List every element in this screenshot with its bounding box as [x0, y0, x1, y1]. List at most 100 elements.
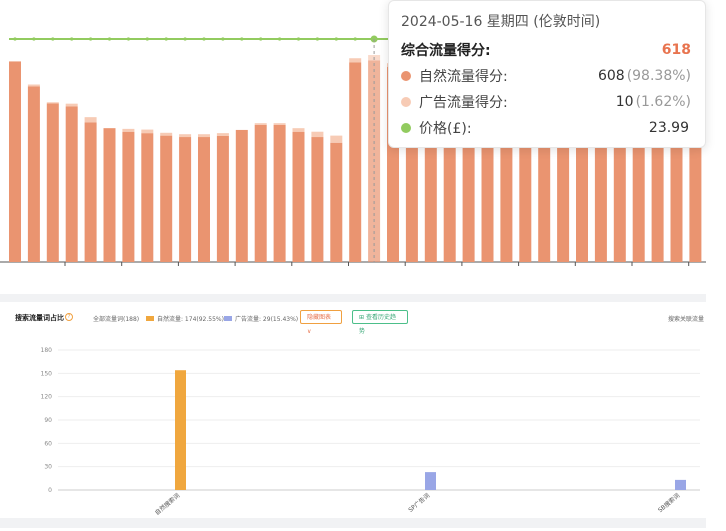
ad-bar — [46, 102, 59, 104]
price-point — [51, 37, 55, 41]
ad-bar — [254, 123, 267, 125]
ad-bar — [122, 128, 135, 132]
keyword-bar — [675, 479, 686, 490]
organic-bar — [122, 131, 135, 262]
section-title: 搜索流量词占比 — [15, 314, 64, 322]
price-point — [296, 37, 301, 41]
trend-icon: ⊞ — [359, 314, 366, 321]
organic-bar — [179, 137, 192, 262]
organic-bar — [235, 129, 248, 262]
price-point — [240, 37, 244, 41]
organic-bar — [254, 124, 267, 262]
section-divider-bottom — [0, 518, 706, 528]
tooltip-row-price: 价格(£): 23.99 — [401, 115, 691, 141]
price-point — [202, 37, 206, 41]
price-point — [70, 37, 74, 41]
help-icon[interactable]: ? — [65, 313, 73, 321]
category-label: 自然搜索词 — [153, 491, 181, 516]
organic-bar — [160, 135, 173, 262]
organic-bar — [65, 106, 78, 262]
price-point — [334, 37, 338, 41]
ad-bar — [84, 117, 97, 123]
y-tick-label: 150 — [41, 370, 53, 377]
section-divider — [0, 294, 706, 302]
organic-bar — [27, 86, 40, 263]
ad-bar — [160, 132, 173, 136]
tooltip-row-value: 23.99 — [648, 120, 689, 136]
chart-tooltip: 2024-05-16 星期四 (伦敦时间) 综合流量得分: 618 自然流量得分… — [388, 0, 706, 148]
price-point — [126, 37, 130, 41]
price-point — [107, 37, 112, 41]
price-point — [221, 37, 225, 41]
organic-bar — [216, 135, 229, 262]
tooltip-total-value: 618 — [661, 42, 691, 58]
price-point — [89, 37, 93, 41]
y-tick-label: 120 — [41, 394, 53, 401]
y-tick-label: 30 — [44, 464, 52, 471]
tooltip-total-label: 综合流量得分: — [401, 43, 491, 59]
price-point — [145, 37, 149, 41]
keyword-bar — [425, 472, 436, 490]
y-tick-label: 0 — [48, 487, 52, 494]
history-trend-button[interactable]: ⊞ 查看历史趋势 — [352, 310, 408, 335]
tooltip-date: 2024-05-16 星期四 (伦敦时间) — [401, 14, 601, 30]
legend-organic-label: 自然流量: 174(92.55%) — [157, 316, 224, 323]
price-dot-icon — [401, 123, 411, 133]
tooltip-row-label: 自然流量得分: — [419, 69, 508, 85]
organic-bar — [141, 133, 154, 262]
hide-chart-button[interactable]: 隐藏图表 ∨ — [300, 310, 342, 335]
ad-dot-icon — [401, 97, 411, 107]
price-point — [183, 37, 187, 41]
ad-bar — [198, 134, 210, 138]
price-point — [164, 37, 168, 41]
keyword-share-chart: 0 30 60 90 120 150 180 自然搜索词 SP广告词 SB搜索词 — [41, 347, 700, 517]
ad-bar — [27, 84, 40, 87]
organic-bar — [311, 137, 324, 262]
related-traffic-link[interactable]: 搜索关联流量 — [668, 314, 704, 323]
ad-bar — [273, 123, 286, 125]
organic-bar — [330, 142, 343, 262]
tooltip-row-ad: 广告流量得分: 10 (1.62%) — [401, 89, 691, 115]
price-point — [32, 37, 36, 41]
tooltip-row-organic: 自然流量得分: 608 (98.38%) — [401, 63, 691, 89]
ad-bar — [216, 133, 229, 136]
ad-bar — [179, 134, 192, 138]
category-label: SP广告词 — [407, 491, 432, 513]
tooltip-row-label: 广告流量得分: — [419, 95, 508, 111]
organic-bar — [292, 131, 305, 262]
organic-bar — [349, 62, 362, 262]
y-tick-label: 60 — [44, 440, 52, 447]
price-point — [278, 37, 282, 41]
ad-bar — [311, 131, 324, 138]
all-keywords-filter[interactable]: 全部流量词(188) — [93, 314, 139, 323]
tooltip-row-pct: (1.62%) — [635, 94, 691, 110]
price-point — [13, 37, 17, 41]
keyword-bar — [175, 370, 186, 490]
organic-bar — [198, 137, 210, 262]
y-tick-label: 90 — [44, 417, 52, 424]
ad-bar — [349, 58, 362, 63]
legend-ad[interactable]: 广告流量: 29(15.43%) — [224, 314, 298, 323]
y-tick-label: 180 — [41, 347, 53, 354]
tooltip-row-label: 价格(£): — [419, 121, 472, 137]
organic-bar — [46, 103, 59, 262]
price-point — [259, 37, 263, 41]
tooltip-row-value: 608 — [597, 68, 625, 84]
price-point — [353, 37, 357, 41]
tooltip-row-value: 10 — [615, 94, 634, 110]
ad-bar — [292, 128, 305, 132]
search-traffic-toolbar: 搜索流量词占比 ? 全部流量词(188) 自然流量: 174(92.55%) 广… — [0, 309, 706, 335]
organic-bar — [9, 61, 21, 262]
price-point — [315, 37, 319, 41]
ad-swatch-icon — [224, 316, 232, 321]
legend-organic[interactable]: 自然流量: 174(92.55%) — [146, 314, 224, 323]
legend-ad-label: 广告流量: 29(15.43%) — [235, 316, 299, 323]
tooltip-total-row: 综合流量得分: 618 — [401, 37, 691, 63]
ad-bar — [65, 103, 78, 107]
organic-bar — [84, 122, 97, 262]
ad-bar — [330, 135, 343, 143]
organic-dot-icon — [401, 71, 411, 81]
category-label: SB搜索词 — [656, 491, 681, 514]
organic-swatch-icon — [146, 316, 154, 321]
ad-bar — [141, 129, 154, 134]
